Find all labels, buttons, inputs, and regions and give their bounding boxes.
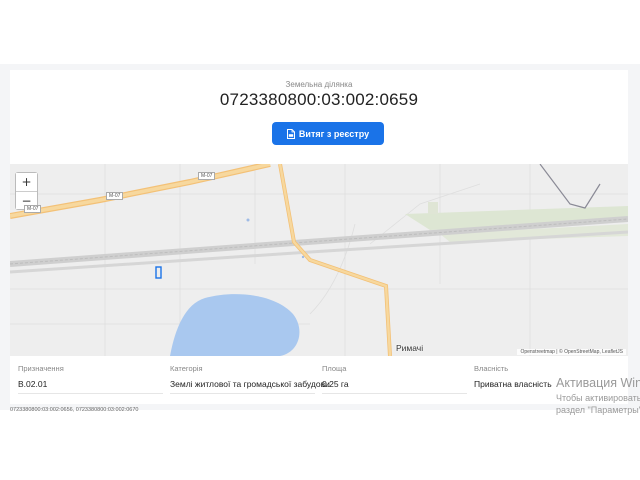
watermark-line: раздел "Параметры". bbox=[556, 405, 640, 415]
parcel-card: Земельна ділянка 0723380800:03:002:0659 … bbox=[10, 70, 628, 404]
place-label: Римачі bbox=[396, 343, 424, 353]
extract-button[interactable]: Витяг з реєстру bbox=[272, 122, 384, 145]
divider bbox=[322, 393, 467, 394]
purpose-label: Призначення bbox=[18, 364, 64, 373]
purpose-field: Призначення В.02.01 bbox=[18, 364, 64, 389]
ownership-label: Власність bbox=[474, 364, 509, 373]
watermark-title: Активация Windows bbox=[556, 376, 640, 390]
extract-button-label: Витяг з реєстру bbox=[298, 128, 370, 139]
parcel-info: Призначення В.02.01 Категорія Землі житл… bbox=[10, 364, 628, 394]
document-icon bbox=[286, 128, 295, 139]
road-label: M-07 bbox=[106, 192, 124, 200]
area-field: Площа 0.25 га bbox=[322, 364, 349, 389]
parcel-subtitle: Земельна ділянка bbox=[285, 80, 353, 89]
ownership-value: Приватна власність bbox=[474, 379, 552, 389]
category-label: Категорія bbox=[170, 364, 203, 373]
road-label: M-07 bbox=[198, 172, 216, 180]
divider bbox=[18, 393, 163, 394]
watermark-line: Чтобы активировать Windows, перейдите в bbox=[556, 393, 640, 403]
purpose-value: В.02.01 bbox=[18, 379, 48, 389]
related-parcels[interactable]: 0723380800:03:002:0656, 0723380800:03:00… bbox=[10, 407, 138, 413]
ownership-field: Власність Приватна власність bbox=[474, 364, 552, 389]
road-label: M-07 bbox=[24, 205, 42, 213]
category-field: Категорія Землі житлової та громадської … bbox=[170, 364, 330, 389]
map-view[interactable]: + − M-07 M-07 M-07 Римачі Openstreetmap … bbox=[10, 164, 628, 356]
map-attribution[interactable]: Openstreetmap | © OpenStreetMap, Leaflet… bbox=[517, 349, 626, 355]
area-value: 0.25 га bbox=[322, 379, 349, 389]
category-value: Землі житлової та громадської забудови bbox=[170, 379, 330, 389]
map-tiles bbox=[10, 164, 628, 356]
windows-activation-watermark: Активация Windows Чтобы активировать Win… bbox=[556, 376, 640, 415]
zoom-in-button[interactable]: + bbox=[16, 173, 37, 191]
divider bbox=[170, 393, 315, 394]
area-label: Площа bbox=[322, 364, 347, 373]
cadastral-number: 0723380800:03:002:0659 bbox=[219, 90, 419, 109]
